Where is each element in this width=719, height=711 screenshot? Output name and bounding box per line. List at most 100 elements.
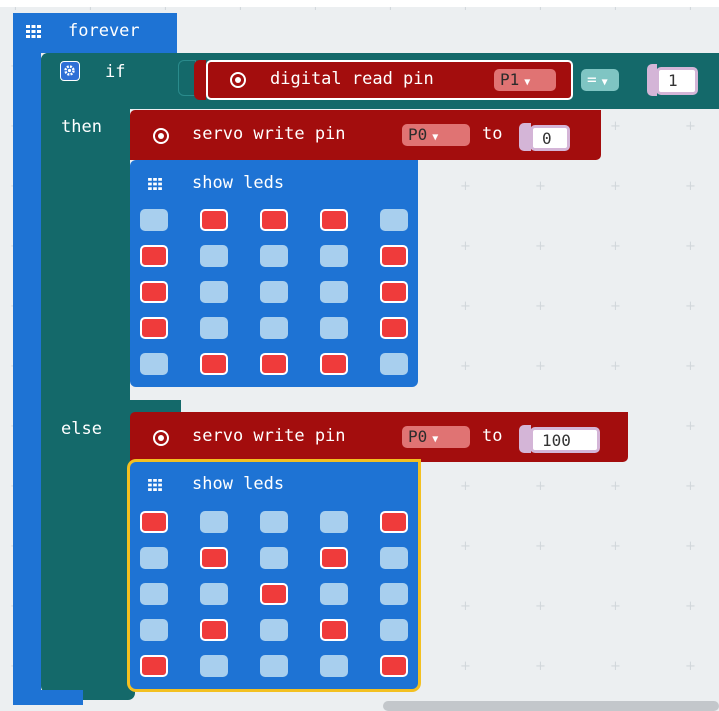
grid-plus-mark: + <box>535 599 546 614</box>
operator-value: = <box>587 70 597 89</box>
led-cell[interactable] <box>200 209 228 231</box>
led-cell[interactable] <box>260 317 288 339</box>
led-cell[interactable] <box>260 209 288 231</box>
led-cell[interactable] <box>140 583 168 605</box>
led-cell[interactable] <box>380 245 408 267</box>
compare-block[interactable]: = ▼ <box>577 62 639 98</box>
led-cell[interactable] <box>200 583 228 605</box>
servo-write-block-then[interactable]: servo write pin P0 ▼ to 0 <box>130 110 601 160</box>
led-cell[interactable] <box>140 655 168 677</box>
grid-plus-mark: + <box>610 479 621 494</box>
grid-plus-mark: + <box>535 539 546 554</box>
led-cell[interactable] <box>140 619 168 641</box>
led-cell[interactable] <box>140 317 168 339</box>
servo-value-input[interactable]: 0 <box>530 125 570 151</box>
digital-read-block[interactable]: digital read pin P1 ▼ <box>206 60 573 100</box>
led-cell[interactable] <box>320 353 348 375</box>
led-cell[interactable] <box>140 209 168 231</box>
led-cell[interactable] <box>200 511 228 533</box>
show-leds-block-then[interactable]: show leds <box>130 160 418 387</box>
led-cell[interactable] <box>380 583 408 605</box>
led-cell[interactable] <box>260 353 288 375</box>
led-cell[interactable] <box>260 619 288 641</box>
grid-plus-mark: + <box>460 539 471 554</box>
workspace-top-edge <box>0 0 719 7</box>
led-cell[interactable] <box>320 583 348 605</box>
servo-target-icon <box>153 430 169 446</box>
led-cell[interactable] <box>200 281 228 303</box>
grid-plus-mark: + <box>610 599 621 614</box>
chevron-down-icon: ▼ <box>432 132 439 143</box>
led-cell[interactable] <box>260 655 288 677</box>
pin-dropdown[interactable]: P1 ▼ <box>494 69 556 91</box>
led-cell[interactable] <box>380 209 408 231</box>
led-cell[interactable] <box>140 281 168 303</box>
led-cell[interactable] <box>380 353 408 375</box>
grid-plus-mark: + <box>535 659 546 674</box>
led-cell[interactable] <box>320 245 348 267</box>
condition-number-input[interactable]: 1 <box>656 67 698 95</box>
led-cell[interactable] <box>320 209 348 231</box>
grid-plus-mark: + <box>460 299 471 314</box>
horizontal-scrollbar[interactable] <box>383 701 719 711</box>
chevron-down-icon: ▼ <box>432 434 439 445</box>
led-cell[interactable] <box>200 619 228 641</box>
show-leds-block-else[interactable]: show leds <box>130 462 418 689</box>
grid-plus-mark: + <box>610 359 621 374</box>
grid-plus-mark: + <box>535 179 546 194</box>
forever-block-body[interactable] <box>13 13 41 705</box>
led-cell[interactable] <box>260 245 288 267</box>
grid-plus-mark: + <box>685 179 696 194</box>
led-cell[interactable] <box>320 317 348 339</box>
grid-plus-mark: + <box>535 299 546 314</box>
led-cell[interactable] <box>200 655 228 677</box>
servo-value-input[interactable]: 100 <box>530 427 600 453</box>
led-cell[interactable] <box>140 511 168 533</box>
led-cell[interactable] <box>320 281 348 303</box>
led-cell[interactable] <box>260 547 288 569</box>
servo-write-block-else[interactable]: servo write pin P0 ▼ to 100 <box>130 412 628 462</box>
forever-block[interactable]: forever <box>13 13 177 53</box>
servo-to-label: to <box>482 124 503 144</box>
led-cell[interactable] <box>140 245 168 267</box>
led-cell[interactable] <box>380 619 408 641</box>
grid-plus-mark: + <box>685 119 696 134</box>
servo-pin-dropdown[interactable]: P0 ▼ <box>402 124 470 146</box>
operator-dropdown[interactable]: = ▼ <box>581 69 619 91</box>
servo-pin-dropdown[interactable]: P0 ▼ <box>402 426 470 448</box>
led-cell[interactable] <box>320 511 348 533</box>
if-block-body[interactable] <box>41 53 130 693</box>
grid-plus-mark: + <box>535 239 546 254</box>
gear-icon[interactable] <box>60 61 80 81</box>
led-cell[interactable] <box>260 583 288 605</box>
grid-plus-mark: + <box>610 659 621 674</box>
led-cell[interactable] <box>260 511 288 533</box>
grid-plus-mark: + <box>610 179 621 194</box>
pin-target-icon <box>230 72 246 88</box>
led-cell[interactable] <box>380 511 408 533</box>
led-cell[interactable] <box>140 547 168 569</box>
led-cell[interactable] <box>380 655 408 677</box>
grid-plus-mark: + <box>685 299 696 314</box>
chevron-down-icon: ▼ <box>601 77 608 88</box>
grid-icon <box>148 178 162 190</box>
led-cell[interactable] <box>320 547 348 569</box>
servo-pin-value: P0 <box>408 427 428 446</box>
led-cell[interactable] <box>380 281 408 303</box>
grid-plus-mark: + <box>460 359 471 374</box>
chevron-down-icon: ▼ <box>524 77 531 88</box>
led-cell[interactable] <box>200 245 228 267</box>
led-cell[interactable] <box>320 655 348 677</box>
led-cell[interactable] <box>200 353 228 375</box>
led-cell[interactable] <box>140 353 168 375</box>
led-cell[interactable] <box>200 317 228 339</box>
servo-to-label: to <box>482 426 503 446</box>
led-cell[interactable] <box>320 619 348 641</box>
show-leds-label: show leds <box>192 173 285 193</box>
led-cell[interactable] <box>200 547 228 569</box>
digital-read-notch <box>194 60 206 100</box>
led-cell[interactable] <box>260 281 288 303</box>
led-cell[interactable] <box>380 317 408 339</box>
led-cell[interactable] <box>380 547 408 569</box>
grid-plus-mark: + <box>685 659 696 674</box>
